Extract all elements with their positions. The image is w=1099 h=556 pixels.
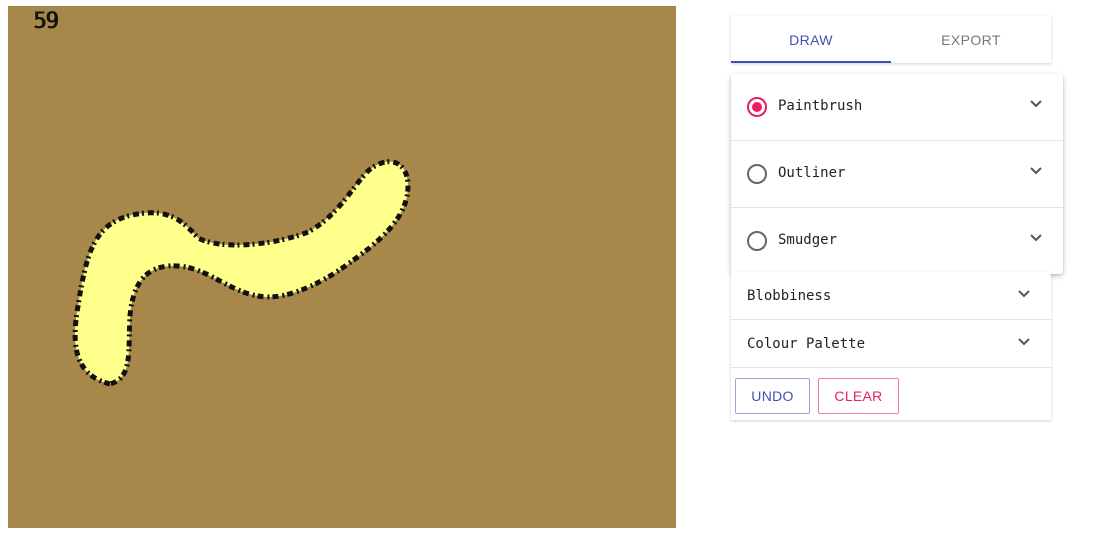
brush-option-paintbrush[interactable]: Paintbrush: [731, 74, 1063, 141]
chevron-down-icon[interactable]: [1017, 337, 1031, 347]
section-colour-palette[interactable]: Colour Palette: [731, 320, 1051, 368]
brush-option-smudger[interactable]: Smudger: [731, 208, 1063, 274]
brush-label: Smudger: [778, 232, 838, 248]
section-label: Blobbiness: [747, 288, 832, 304]
action-bar: UNDO CLEAR: [731, 368, 1051, 420]
chevron-down-icon[interactable]: [1017, 289, 1031, 299]
radio-unselected-icon[interactable]: [747, 164, 767, 184]
chevron-down-icon[interactable]: [1029, 233, 1043, 243]
fps-counter: 59: [33, 9, 58, 34]
radio-unselected-icon[interactable]: [747, 231, 767, 251]
settings-sections: Blobbiness Colour Palette UNDO CLEAR: [731, 272, 1051, 420]
radio-selected-icon[interactable]: [747, 97, 767, 117]
drawing-canvas[interactable]: 59: [8, 6, 676, 528]
active-tab-indicator: [731, 61, 891, 63]
brush-label: Outliner: [778, 165, 846, 181]
tab-export[interactable]: EXPORT: [891, 16, 1051, 63]
canvas-drawing: [72, 159, 411, 387]
chevron-down-icon[interactable]: [1029, 166, 1043, 176]
brush-label: Paintbrush: [778, 98, 863, 114]
chevron-down-icon[interactable]: [1029, 99, 1043, 109]
paint-stroke: [72, 159, 411, 387]
tab-draw[interactable]: DRAW: [731, 16, 891, 63]
clear-button[interactable]: CLEAR: [818, 378, 899, 414]
brush-option-outliner[interactable]: Outliner: [731, 141, 1063, 208]
brush-list: Paintbrush Outliner Smudger: [731, 74, 1063, 274]
section-blobbiness[interactable]: Blobbiness: [731, 272, 1051, 320]
tab-bar: DRAW EXPORT: [731, 16, 1051, 63]
undo-button[interactable]: UNDO: [735, 378, 810, 414]
control-panel: DRAW EXPORT Paintbrush Outliner Smudger …: [731, 16, 1063, 420]
section-label: Colour Palette: [747, 336, 866, 352]
